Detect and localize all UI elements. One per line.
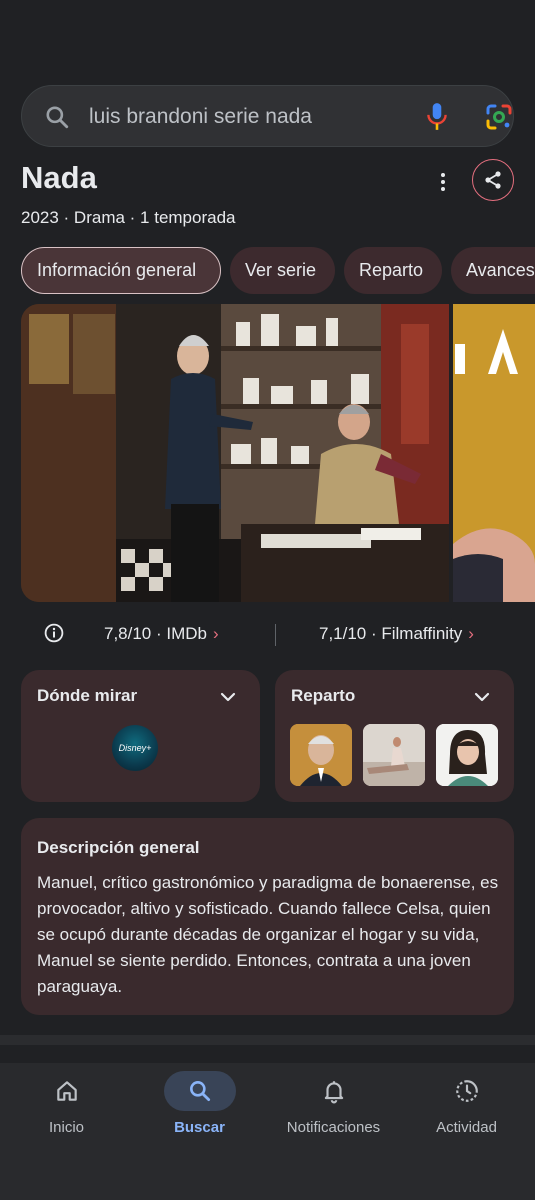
poster-illustration bbox=[453, 304, 535, 602]
chevron-right-icon: › bbox=[468, 624, 474, 643]
where-to-watch-title: Dónde mirar bbox=[37, 686, 138, 705]
ratings-row: 7,8/10 · IMDb › 7,1/10 · Filmaffinity › bbox=[21, 620, 514, 650]
description-title: Descripción general bbox=[37, 838, 200, 857]
search-input[interactable]: luis brandoni serie nada bbox=[89, 105, 312, 129]
divider bbox=[275, 624, 276, 646]
nav-notificaciones[interactable]: Notificaciones bbox=[267, 1063, 400, 1153]
rating-filmaffinity-label: 7,1/10 · Filmaffinity bbox=[319, 624, 463, 643]
bell-icon bbox=[324, 1081, 343, 1104]
chip-informacion-general[interactable]: Información general bbox=[21, 247, 221, 294]
scene-illustration bbox=[21, 304, 449, 602]
bottom-navigation: Inicio Buscar Notificaciones Actividad bbox=[0, 1063, 535, 1200]
cast-avatar-1[interactable] bbox=[290, 724, 352, 786]
nav-notificaciones-label: Notificaciones bbox=[286, 1119, 381, 1136]
chip-avances[interactable]: Avances bbox=[451, 247, 535, 294]
cast-title: Reparto bbox=[291, 686, 356, 705]
search-icon bbox=[189, 1081, 210, 1102]
cast-photo-3 bbox=[436, 724, 498, 786]
share-icon bbox=[485, 171, 501, 189]
chevron-down-icon[interactable] bbox=[473, 688, 491, 706]
filter-chips: Información general Ver serie Reparto Av… bbox=[21, 247, 535, 294]
nav-buscar[interactable]: Buscar bbox=[133, 1063, 266, 1153]
nav-actividad-label: Actividad bbox=[436, 1119, 497, 1136]
chip-ver-serie[interactable]: Ver serie bbox=[230, 247, 335, 294]
rating-filmaffinity[interactable]: 7,1/10 · Filmaffinity › bbox=[319, 624, 474, 644]
chevron-down-icon[interactable] bbox=[219, 688, 237, 706]
chip-reparto[interactable]: Reparto bbox=[344, 247, 442, 294]
more-options-icon[interactable] bbox=[433, 171, 453, 193]
entity-meta: 2023 · Drama · 1 temporada bbox=[21, 208, 236, 227]
share-button[interactable] bbox=[472, 159, 514, 201]
series-still-image[interactable] bbox=[21, 304, 449, 602]
rating-imdb-label: 7,8/10 · IMDb bbox=[104, 624, 207, 643]
nav-inicio-label: Inicio bbox=[48, 1119, 85, 1136]
nav-inicio[interactable]: Inicio bbox=[0, 1063, 133, 1153]
description-text: Manuel, crítico gastronómico y paradigma… bbox=[37, 873, 499, 996]
where-to-watch-card[interactable]: Dónde mirar Disney+ bbox=[21, 670, 260, 802]
cast-avatar-2[interactable] bbox=[363, 724, 425, 786]
entity-title: Nada bbox=[21, 160, 97, 195]
section-divider bbox=[0, 1035, 535, 1045]
cast-photo-1 bbox=[290, 724, 352, 786]
provider-label: Disney+ bbox=[118, 743, 152, 753]
chevron-right-icon: › bbox=[213, 624, 219, 643]
series-poster-image[interactable] bbox=[453, 304, 535, 602]
nav-buscar-label: Buscar bbox=[174, 1119, 225, 1136]
search-bar[interactable]: luis brandoni serie nada bbox=[21, 85, 514, 147]
activity-icon bbox=[455, 1080, 478, 1102]
rating-imdb[interactable]: 7,8/10 · IMDb › bbox=[104, 624, 219, 644]
google-lens-icon[interactable] bbox=[485, 103, 513, 131]
microphone-icon[interactable] bbox=[424, 102, 450, 132]
cast-avatar-3[interactable] bbox=[436, 724, 498, 786]
home-icon bbox=[56, 1081, 77, 1101]
disney-plus-logo[interactable]: Disney+ bbox=[112, 725, 158, 771]
cast-card[interactable]: Reparto bbox=[275, 670, 514, 802]
nav-actividad[interactable]: Actividad bbox=[400, 1063, 533, 1153]
description-card: Descripción general Manuel, crítico gast… bbox=[21, 818, 514, 1015]
info-icon[interactable] bbox=[44, 623, 64, 643]
cast-photo-2 bbox=[363, 724, 425, 786]
search-icon[interactable] bbox=[44, 104, 70, 130]
